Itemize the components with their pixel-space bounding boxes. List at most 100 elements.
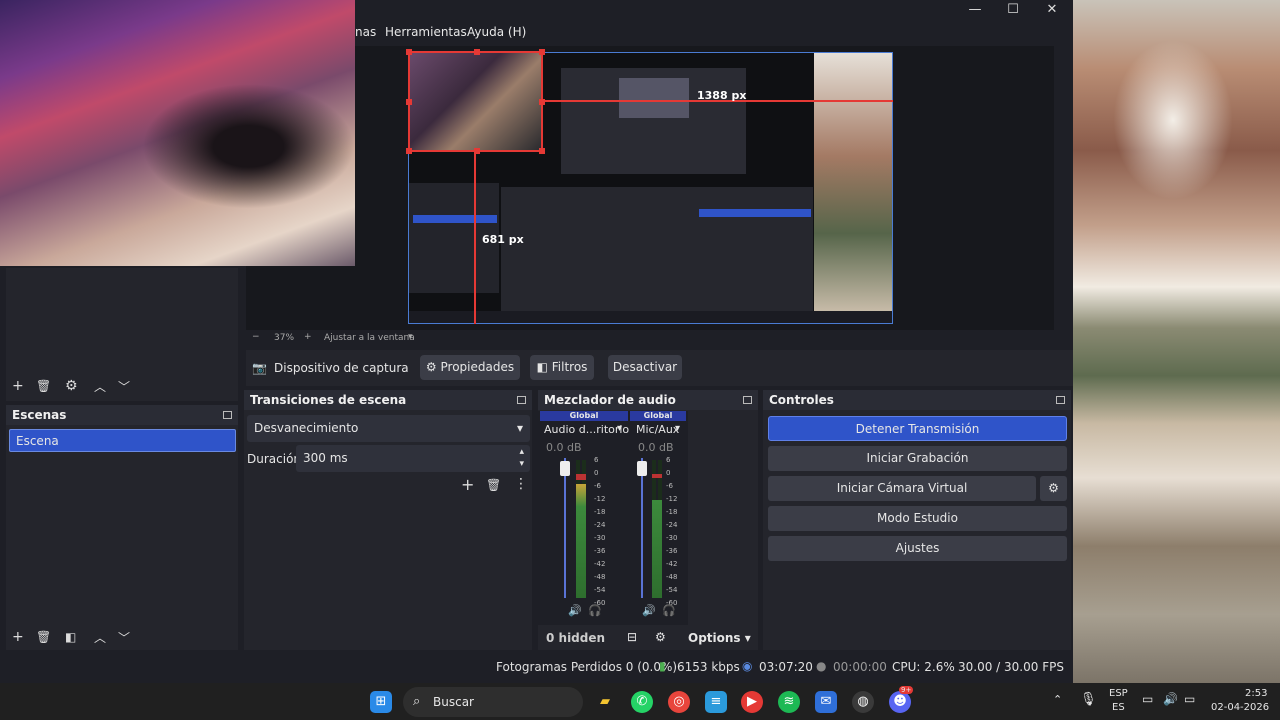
chevron-up-icon[interactable]: ︿ bbox=[94, 378, 106, 395]
scale-tick: -6 bbox=[594, 482, 601, 490]
whatsapp-icon[interactable]: ✆ bbox=[631, 691, 653, 713]
sources-panel: + 🗑 ⚙ ︿ ﹀ bbox=[6, 268, 238, 401]
undock-icon[interactable] bbox=[743, 396, 752, 404]
battery-icon[interactable]: ▭ bbox=[1184, 692, 1195, 706]
resize-handle[interactable] bbox=[474, 49, 480, 55]
microphone-icon[interactable]: 🎙 bbox=[1080, 692, 1097, 707]
taskbar-search[interactable]: ⌕ Buscar bbox=[403, 687, 583, 717]
chevron-down-icon[interactable]: ▾ bbox=[408, 332, 413, 342]
volume-slider-track[interactable] bbox=[564, 458, 566, 598]
transition-select[interactable]: Desvanecimiento ▾ bbox=[247, 415, 530, 442]
trash-icon[interactable]: 🗑 bbox=[36, 379, 51, 393]
scale-tick: 6 bbox=[594, 456, 599, 464]
deactivate-button[interactable]: Desactivar bbox=[608, 355, 682, 380]
volume-slider-handle[interactable] bbox=[637, 461, 647, 476]
more-icon[interactable]: ⋮ bbox=[514, 476, 528, 492]
settings-label: Ajustes bbox=[895, 541, 940, 555]
volume-slider-handle[interactable] bbox=[560, 461, 570, 476]
duration-input[interactable]: 300 ms ▴ ▾ bbox=[296, 445, 530, 472]
volume-slider-track[interactable] bbox=[641, 458, 643, 598]
menu-help[interactable]: Ayuda (H) bbox=[467, 25, 526, 39]
properties-button[interactable]: ⚙ Propiedades bbox=[420, 355, 520, 380]
clock-date[interactable]: 02-04-2026 bbox=[1211, 702, 1269, 713]
settings-button[interactable]: Ajustes bbox=[768, 536, 1067, 561]
mixer-options-button[interactable]: Options ▾ bbox=[688, 631, 751, 645]
scale-tick: -24 bbox=[666, 521, 678, 529]
resize-handle[interactable] bbox=[406, 49, 412, 55]
gear-icon[interactable]: ⚙ bbox=[65, 378, 78, 394]
studio-mode-button[interactable]: Modo Estudio bbox=[768, 506, 1067, 531]
resize-handle[interactable] bbox=[539, 148, 545, 154]
language-bottom[interactable]: ES bbox=[1112, 702, 1125, 713]
scale-tick: -36 bbox=[666, 547, 678, 555]
speaker-icon[interactable]: 🔊 bbox=[642, 604, 656, 617]
chevron-down-icon[interactable]: ▾ bbox=[617, 423, 622, 434]
file-explorer-icon[interactable]: ▰ bbox=[594, 691, 616, 713]
headphones-icon[interactable]: 🎧 bbox=[588, 604, 602, 617]
zoom-in-button[interactable]: + bbox=[304, 332, 312, 342]
trash-icon[interactable]: 🗑 bbox=[36, 630, 51, 644]
scale-tick: -12 bbox=[594, 495, 606, 503]
meter-scale: 6 0 -6 -12 -18 -24 -30 -36 -42 -48 -54 -… bbox=[594, 456, 608, 607]
filter-icon[interactable]: ◧ bbox=[65, 630, 76, 644]
maximize-button[interactable]: ☐ bbox=[993, 0, 1033, 20]
scale-tick: -48 bbox=[666, 573, 678, 581]
spotify-icon[interactable]: ≋ bbox=[778, 691, 800, 713]
speaker-icon[interactable]: 🔊 bbox=[568, 604, 582, 617]
controls-title: Controles bbox=[769, 393, 834, 407]
resize-handle[interactable] bbox=[406, 148, 412, 154]
advanced-settings-icon[interactable]: ⚙ bbox=[655, 630, 666, 644]
resize-handle[interactable] bbox=[406, 99, 412, 105]
headphones-icon[interactable]: 🎧 bbox=[662, 604, 676, 617]
clock-time[interactable]: 2:53 bbox=[1245, 688, 1267, 699]
trash-icon[interactable]: 🗑 bbox=[486, 478, 501, 492]
chevron-down-icon[interactable]: ▾ bbox=[519, 459, 524, 469]
selected-source-box[interactable] bbox=[406, 49, 545, 154]
volume-icon[interactable]: 🔊 bbox=[1163, 692, 1178, 706]
network-icon[interactable]: ▭ bbox=[1142, 692, 1153, 706]
language-top[interactable]: ESP bbox=[1109, 688, 1128, 699]
windows-start-icon[interactable]: ⊞ bbox=[370, 691, 392, 713]
chevron-down-icon[interactable]: ﹀ bbox=[118, 378, 130, 395]
add-scene-icon[interactable]: + bbox=[12, 629, 24, 645]
zoom-fit-label[interactable]: Ajustar a la ventana bbox=[324, 333, 415, 343]
stop-stream-button[interactable]: Detener Transmisión bbox=[768, 416, 1067, 441]
chevron-up-icon[interactable]: ⌃ bbox=[1053, 693, 1062, 706]
undock-icon[interactable] bbox=[223, 411, 232, 419]
bitrate: 6153 kbps bbox=[677, 660, 740, 674]
add-transition-icon[interactable]: + bbox=[461, 475, 474, 494]
chevron-up-icon[interactable]: ▴ bbox=[519, 447, 524, 457]
chevron-down-icon[interactable]: ﹀ bbox=[118, 629, 130, 646]
discord-icon[interactable]: ☻ bbox=[889, 691, 911, 713]
resize-handle[interactable] bbox=[539, 49, 545, 55]
obs-icon[interactable]: ◍ bbox=[852, 691, 874, 713]
signal-icon: ▮ bbox=[659, 659, 666, 673]
menu-scenes-partial[interactable]: nas bbox=[355, 25, 376, 39]
undock-icon[interactable] bbox=[517, 396, 526, 404]
chrome-icon[interactable]: ◎ bbox=[668, 691, 690, 713]
filters-button[interactable]: ◧ Filtros bbox=[530, 355, 594, 380]
start-recording-button[interactable]: Iniciar Grabación bbox=[768, 446, 1067, 471]
meter-peak bbox=[652, 474, 662, 478]
menu-tools[interactable]: Herramientas bbox=[385, 25, 467, 39]
dropped-frames: Fotogramas Perdidos 0 (0.0%) bbox=[496, 660, 678, 674]
scene-item[interactable]: Escena bbox=[9, 429, 236, 452]
chevron-down-icon[interactable]: ▾ bbox=[675, 423, 680, 434]
undock-icon[interactable] bbox=[1056, 396, 1065, 404]
meter-peak bbox=[576, 474, 586, 480]
media-player-icon[interactable]: ▶ bbox=[741, 691, 763, 713]
fps: 30.00 / 30.00 FPS bbox=[958, 660, 1064, 674]
chevron-up-icon[interactable]: ︿ bbox=[94, 629, 106, 646]
zoom-out-button[interactable]: − bbox=[252, 332, 260, 342]
start-virtual-cam-button[interactable]: Iniciar Cámara Virtual bbox=[768, 476, 1036, 501]
cpu-usage: CPU: 2.6% bbox=[892, 660, 955, 674]
minimize-button[interactable]: — bbox=[955, 0, 995, 20]
close-button[interactable]: ✕ bbox=[1032, 0, 1072, 20]
scale-tick: -24 bbox=[594, 521, 606, 529]
mail-icon[interactable]: ✉ bbox=[815, 691, 837, 713]
notepad-icon[interactable]: ≡ bbox=[705, 691, 727, 713]
search-label: Buscar bbox=[433, 695, 474, 709]
layout-icon[interactable]: ⊟ bbox=[627, 630, 637, 644]
virtual-cam-settings-button[interactable]: ⚙ bbox=[1040, 476, 1067, 501]
add-icon[interactable]: + bbox=[12, 378, 24, 394]
